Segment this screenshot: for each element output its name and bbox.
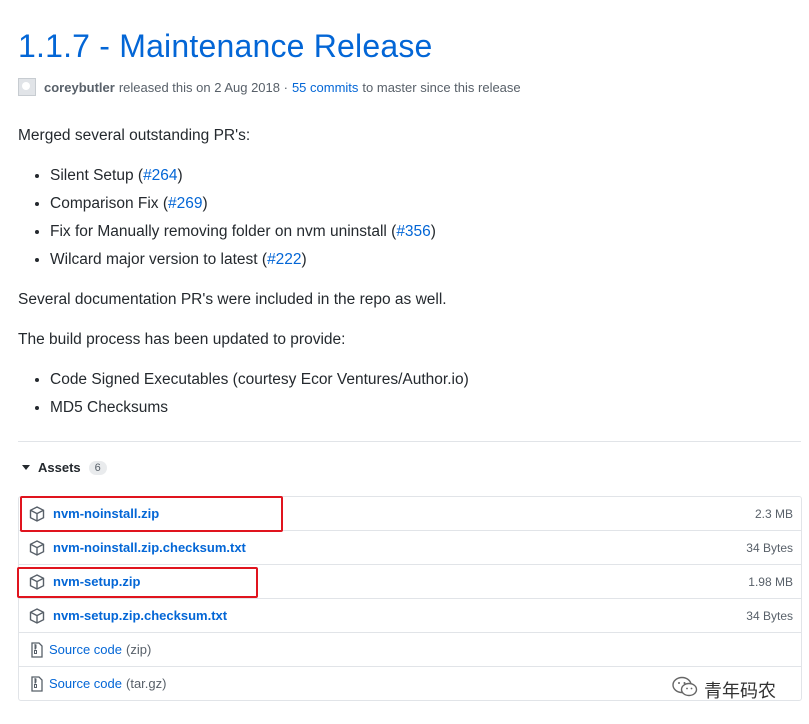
pr-text: Silent Setup (: [50, 167, 144, 184]
pr-link[interactable]: #269: [168, 195, 202, 212]
docs-note: Several documentation PR's were included…: [18, 291, 447, 308]
source-zip-link[interactable]: Source code: [49, 642, 122, 657]
divider: [18, 441, 801, 442]
notes-intro: Merged several outstanding PR's:: [18, 127, 251, 144]
list-item: Fix for Manually removing folder on nvm …: [50, 218, 798, 246]
list-item: Code Signed Executables (courtesy Ecor V…: [50, 366, 798, 394]
pr-close: ): [177, 167, 183, 184]
asset-download-link[interactable]: nvm-setup.zip.checksum.txt: [53, 608, 227, 623]
package-icon: [29, 607, 45, 624]
author-link[interactable]: coreybutler: [44, 80, 115, 95]
list-item: Wilcard major version to latest (#222): [50, 246, 798, 274]
assets-toggle[interactable]: Assets 6: [22, 460, 107, 475]
pr-link[interactable]: #222: [267, 251, 301, 268]
assets-label: Assets: [38, 460, 81, 475]
file-zip-icon: [29, 675, 45, 692]
asset-row: nvm-setup.zip.checksum.txt 34 Bytes: [19, 599, 801, 633]
release-meta: coreybutler released this on 2 Aug 2018 …: [18, 78, 521, 96]
list-item: Silent Setup (#264): [50, 162, 798, 190]
asset-size: 1.98 MB: [748, 574, 793, 589]
asset-size: 2.3 MB: [754, 506, 793, 521]
list-item: MD5 Checksums: [50, 394, 798, 422]
watermark-text: 青年码农: [704, 680, 776, 701]
asset-size: 34 Bytes: [746, 608, 793, 623]
build-intro: The build process has been updated to pr…: [18, 331, 346, 348]
build-list: Code Signed Executables (courtesy Ecor V…: [18, 366, 798, 422]
list-item: Comparison Fix (#269): [50, 190, 798, 218]
asset-download-link[interactable]: nvm-noinstall.zip.checksum.txt: [53, 540, 246, 555]
asset-row: nvm-noinstall.zip.checksum.txt 34 Bytes: [19, 531, 801, 565]
avatar[interactable]: [18, 78, 36, 96]
commits-suffix: to master since this release: [362, 79, 521, 95]
watermark: 青年码农: [672, 676, 776, 703]
pr-text: Fix for Manually removing folder on nvm …: [50, 223, 397, 240]
caret-down-icon: [22, 465, 30, 470]
source-format: (zip): [126, 642, 152, 657]
pr-close: ): [301, 251, 307, 268]
source-format: (tar.gz): [126, 676, 167, 691]
pr-text: Wilcard major version to latest (: [50, 251, 268, 268]
commits-link[interactable]: 55 commits: [292, 80, 358, 95]
pr-close: ): [430, 223, 436, 240]
pr-link[interactable]: #264: [143, 167, 177, 184]
asset-size: 34 Bytes: [746, 540, 793, 555]
asset-row: Source code (zip): [19, 633, 801, 667]
pr-close: ): [202, 195, 208, 212]
assets-count-badge: 6: [88, 460, 107, 475]
release-notes: Merged several outstanding PR's: Silent …: [18, 122, 798, 434]
file-zip-icon: [29, 641, 45, 658]
pr-list: Silent Setup (#264) Comparison Fix (#269…: [18, 162, 798, 274]
highlight-box: [20, 496, 283, 532]
pr-link[interactable]: #356: [396, 223, 430, 240]
highlight-box: [17, 567, 258, 598]
release-title[interactable]: 1.1.7 - Maintenance Release: [18, 28, 433, 65]
pr-text: Comparison Fix (: [50, 195, 168, 212]
wechat-icon: [672, 676, 698, 703]
released-text: released this on 2 Aug 2018 ·: [118, 79, 288, 95]
package-icon: [29, 539, 45, 556]
source-targz-link[interactable]: Source code: [49, 676, 122, 691]
